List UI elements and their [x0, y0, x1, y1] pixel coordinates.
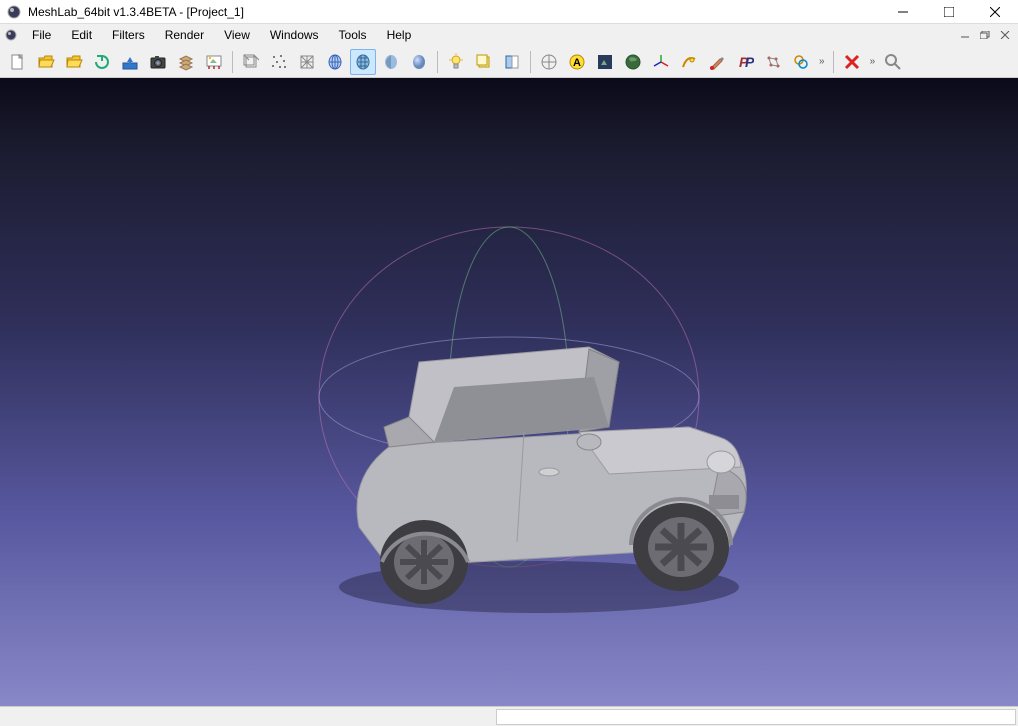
fov-button[interactable] — [536, 49, 562, 75]
delete-button[interactable] — [839, 49, 865, 75]
pick-points-icon — [764, 53, 782, 71]
open-folder-icon — [37, 53, 55, 71]
texture-button[interactable] — [592, 49, 618, 75]
layers-icon — [177, 53, 195, 71]
toolbar-overflow[interactable]: » — [815, 56, 829, 67]
flat-render-button[interactable] — [378, 49, 404, 75]
flat-lines-button[interactable] — [350, 49, 376, 75]
export-mesh-button[interactable] — [117, 49, 143, 75]
app-icon — [6, 4, 22, 20]
double-side-button[interactable] — [499, 49, 525, 75]
statusbar — [0, 706, 1018, 726]
bbox-icon — [241, 52, 261, 72]
menu-file[interactable]: File — [22, 26, 61, 44]
flat-lines-icon — [353, 52, 373, 72]
zoom-icon — [884, 53, 902, 71]
points-render-button[interactable] — [266, 49, 292, 75]
toolbar-separator — [437, 51, 438, 73]
menu-edit[interactable]: Edit — [61, 26, 102, 44]
annotation-icon: A — [568, 53, 586, 71]
backface-button[interactable] — [471, 49, 497, 75]
menu-tools[interactable]: Tools — [329, 26, 377, 44]
toolbar: A PP » » — [0, 46, 1018, 78]
menu-view[interactable]: View — [214, 26, 260, 44]
toolbar-separator — [530, 51, 531, 73]
curvature-icon — [680, 53, 698, 71]
axes-button[interactable] — [648, 49, 674, 75]
reload-icon — [93, 53, 111, 71]
zoom-button[interactable] — [880, 49, 906, 75]
axes-icon — [652, 53, 670, 71]
menubar: File Edit Filters Render View Windows To… — [0, 24, 1018, 46]
snapshot-button[interactable] — [145, 49, 171, 75]
mdi-controls — [954, 27, 1018, 43]
maximize-button[interactable] — [926, 0, 972, 24]
mdi-close-button[interactable] — [996, 27, 1014, 43]
layer-dialog-button[interactable] — [173, 49, 199, 75]
light-bulb-icon — [447, 53, 465, 71]
export-mesh-icon — [121, 53, 139, 71]
paint-button[interactable] — [704, 49, 730, 75]
align-icon — [792, 53, 810, 71]
new-project-icon — [9, 53, 27, 71]
annotation-button[interactable]: A — [564, 49, 590, 75]
toolbar-separator — [833, 51, 834, 73]
titlebar: MeshLab_64bit v1.3.4BETA - [Project_1] — [0, 0, 1018, 24]
globe-icon — [624, 53, 642, 71]
double-side-icon — [503, 53, 521, 71]
toolbar-separator — [232, 51, 233, 73]
svg-text:P: P — [745, 54, 754, 70]
new-project-button[interactable] — [5, 49, 31, 75]
menu-filters[interactable]: Filters — [102, 26, 155, 44]
pick-points-button[interactable] — [760, 49, 786, 75]
photo-params-icon: PP — [736, 53, 754, 71]
light-toggle-button[interactable] — [443, 49, 469, 75]
fov-icon — [540, 53, 558, 71]
window-title: MeshLab_64bit v1.3.4BETA - [Project_1] — [28, 5, 880, 19]
texture-icon — [596, 53, 614, 71]
bbox-render-button[interactable] — [238, 49, 264, 75]
mdi-minimize-button[interactable] — [956, 27, 974, 43]
smooth-icon — [409, 52, 429, 72]
import-mesh-button[interactable] — [61, 49, 87, 75]
reload-button[interactable] — [89, 49, 115, 75]
curvature-button[interactable] — [676, 49, 702, 75]
photo-params-button[interactable]: PP — [732, 49, 758, 75]
svg-text:A: A — [573, 57, 581, 69]
minimize-button[interactable] — [880, 0, 926, 24]
hidden-lines-icon — [325, 52, 345, 72]
raster-mode-button[interactable] — [201, 49, 227, 75]
menu-render[interactable]: Render — [155, 26, 214, 44]
import-mesh-icon — [65, 53, 83, 71]
globe-button[interactable] — [620, 49, 646, 75]
points-icon — [269, 52, 289, 72]
doc-icon — [4, 28, 18, 42]
viewport-3d[interactable] — [0, 78, 1018, 706]
wireframe-icon — [297, 52, 317, 72]
flat-icon — [381, 52, 401, 72]
snapshot-icon — [149, 53, 167, 71]
status-text-box — [496, 709, 1016, 725]
window-controls — [880, 0, 1018, 24]
mdi-restore-button[interactable] — [976, 27, 994, 43]
wireframe-render-button[interactable] — [294, 49, 320, 75]
hidden-lines-button[interactable] — [322, 49, 348, 75]
mesh-model — [159, 167, 859, 667]
raster-mode-icon — [205, 53, 223, 71]
delete-icon — [843, 53, 861, 71]
close-button[interactable] — [972, 0, 1018, 24]
align-button[interactable] — [788, 49, 814, 75]
menu-windows[interactable]: Windows — [260, 26, 329, 44]
paint-icon — [708, 53, 726, 71]
backface-icon — [475, 53, 493, 71]
open-project-button[interactable] — [33, 49, 59, 75]
smooth-render-button[interactable] — [406, 49, 432, 75]
menu-help[interactable]: Help — [377, 26, 422, 44]
toolbar-overflow[interactable]: » — [866, 56, 880, 67]
